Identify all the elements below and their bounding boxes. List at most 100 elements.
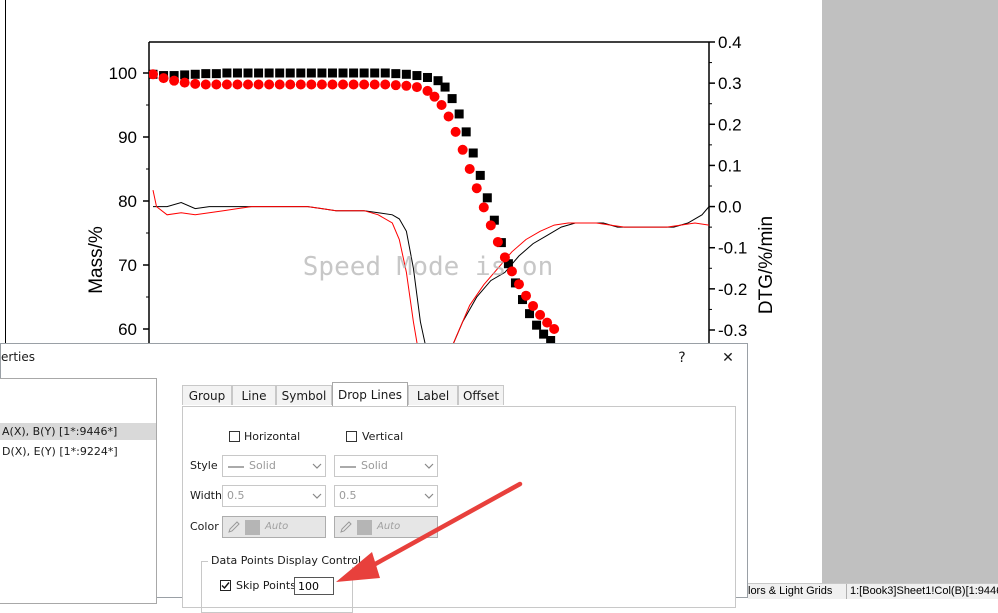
mass-point-square bbox=[461, 127, 471, 137]
mass-point-circle bbox=[200, 79, 211, 90]
color-swatch bbox=[357, 520, 372, 535]
mass-point-square bbox=[306, 68, 316, 78]
chevron-down-icon bbox=[312, 493, 322, 499]
vertical-width-value: 0.5 bbox=[339, 489, 357, 502]
left-axis-tick-label: 80 bbox=[118, 192, 137, 211]
mass-point-square bbox=[440, 82, 450, 92]
vertical-color-button[interactable]: Auto bbox=[334, 516, 438, 538]
dialog-title: erties bbox=[1, 350, 35, 364]
vertical-style-select[interactable]: Solid bbox=[334, 455, 438, 477]
mass-point-square bbox=[447, 94, 457, 104]
vertical-width-select[interactable]: 0.5 bbox=[334, 485, 438, 507]
mass-point-square bbox=[370, 68, 380, 78]
mass-point-square bbox=[201, 69, 211, 79]
mass-point-circle bbox=[338, 79, 349, 90]
right-axis-tick-label: -0.2 bbox=[718, 280, 747, 299]
status-bar: lors & Light Grids 1:[Book3]Sheet1!Col(B… bbox=[748, 583, 998, 599]
mass-point-circle bbox=[478, 202, 489, 213]
mass-point-circle bbox=[471, 183, 482, 194]
horizontal-color-value: Auto bbox=[265, 521, 289, 532]
style-label: Style bbox=[190, 459, 218, 472]
mass-point-circle bbox=[211, 79, 222, 90]
skip-points-input[interactable] bbox=[294, 577, 334, 595]
mass-point-circle bbox=[179, 77, 190, 88]
mass-point-square bbox=[380, 68, 390, 78]
mass-point-square bbox=[349, 68, 359, 78]
vertical-label: Vertical bbox=[362, 430, 404, 443]
mass-point-circle bbox=[528, 300, 539, 311]
right-axis-title[interactable]: DTG/%/min bbox=[756, 216, 777, 314]
mass-point-circle bbox=[285, 79, 296, 90]
status-segment-active-column[interactable]: 1:[Book3]Sheet1!Col(B)[1:9446 bbox=[850, 585, 998, 597]
status-segment-grids[interactable]: lors & Light Grids bbox=[748, 585, 832, 597]
mass-point-circle bbox=[380, 79, 391, 90]
mass-point-square bbox=[482, 193, 492, 203]
mass-point-square bbox=[391, 69, 401, 79]
right-axis-tick-label: 0.3 bbox=[718, 74, 742, 93]
plot-list-item-label: A(X), B(Y) [1*:9446*] bbox=[2, 425, 118, 438]
mass-point-square bbox=[338, 68, 348, 78]
pencil-icon bbox=[228, 521, 240, 533]
mass-point-circle bbox=[369, 79, 380, 90]
vertical-style-value: Solid bbox=[361, 459, 388, 472]
horizontal-style-select[interactable]: Solid bbox=[222, 455, 326, 477]
tab-drop-lines[interactable]: Drop Lines bbox=[332, 382, 408, 406]
left-axis-tick-label: 100 bbox=[109, 64, 137, 83]
mass-point-square bbox=[190, 69, 200, 79]
horizontal-color-button[interactable]: Auto bbox=[222, 516, 326, 538]
mass-point-circle bbox=[295, 79, 306, 90]
mass-point-circle bbox=[348, 79, 359, 90]
vertical-checkbox[interactable] bbox=[346, 431, 357, 442]
mass-point-circle bbox=[464, 164, 475, 174]
skip-points-checkbox[interactable] bbox=[220, 580, 231, 591]
left-axis-tick-label: 90 bbox=[118, 128, 137, 147]
mass-point-circle bbox=[264, 79, 275, 90]
chevron-down-icon bbox=[312, 463, 322, 469]
mass-point-circle bbox=[359, 79, 370, 90]
right-axis-tick-label: 0.1 bbox=[718, 156, 742, 175]
mass-point-square bbox=[275, 68, 285, 78]
tab-group[interactable]: Group bbox=[182, 385, 232, 405]
mass-point-square bbox=[475, 170, 485, 180]
close-button[interactable]: ✕ bbox=[715, 347, 741, 369]
tab-line[interactable]: Line bbox=[232, 385, 276, 405]
right-axis-tick-label: 0.2 bbox=[718, 115, 742, 134]
help-button[interactable]: ? bbox=[669, 347, 695, 369]
mass-point-circle bbox=[306, 79, 317, 90]
plot-list-item-label: D(X), E(Y) [1*:9224*] bbox=[2, 445, 118, 458]
mass-point-circle bbox=[443, 111, 454, 122]
mass-point-circle bbox=[549, 324, 560, 334]
plot-list-item[interactable]: D(X), E(Y) [1*:9224*] bbox=[0, 443, 118, 460]
tab-offset[interactable]: Offset bbox=[458, 385, 504, 405]
left-axis-tick-label: 70 bbox=[118, 256, 137, 275]
horizontal-label: Horizontal bbox=[244, 430, 301, 443]
tab-label[interactable]: Label bbox=[408, 385, 458, 405]
group-title: Data Points Display Control bbox=[208, 554, 365, 567]
plot-list-panel[interactable]: A(X), B(Y) [1*:9446*] D(X), E(Y) [1*:922… bbox=[0, 378, 157, 604]
mass-point-circle bbox=[485, 220, 496, 231]
mass-point-circle bbox=[429, 91, 440, 102]
chevron-down-icon bbox=[424, 463, 434, 469]
horizontal-checkbox[interactable] bbox=[229, 431, 240, 442]
solid-line-icon bbox=[228, 466, 244, 468]
mass-point-square bbox=[317, 68, 327, 78]
mass-point-square bbox=[243, 68, 253, 78]
left-axis-tick-label: 60 bbox=[118, 320, 137, 339]
mass-point-square bbox=[422, 72, 432, 82]
mass-point-circle bbox=[535, 309, 546, 320]
mass-point-circle bbox=[190, 78, 201, 89]
tab-symbol[interactable]: Symbol bbox=[276, 385, 332, 405]
workspace-background bbox=[822, 0, 998, 598]
plot-list-item[interactable]: A(X), B(Y) [1*:9446*] bbox=[0, 423, 156, 440]
horizontal-width-select[interactable]: 0.5 bbox=[222, 485, 326, 507]
plot-details-dialog: erties ? ✕ A(X), B(Y) [1*:9446*] D(X), E… bbox=[0, 343, 748, 613]
right-axis-tick-label: 0.4 bbox=[718, 33, 742, 52]
mass-point-square bbox=[401, 69, 411, 79]
left-axis-title[interactable]: Mass/% bbox=[86, 226, 107, 294]
mass-point-square bbox=[254, 68, 264, 78]
right-axis-tick-label: -0.1 bbox=[718, 239, 747, 258]
mass-point-circle bbox=[149, 69, 158, 80]
mass-point-square bbox=[285, 68, 295, 78]
mass-point-circle bbox=[401, 80, 412, 91]
mass-point-circle bbox=[492, 236, 503, 247]
